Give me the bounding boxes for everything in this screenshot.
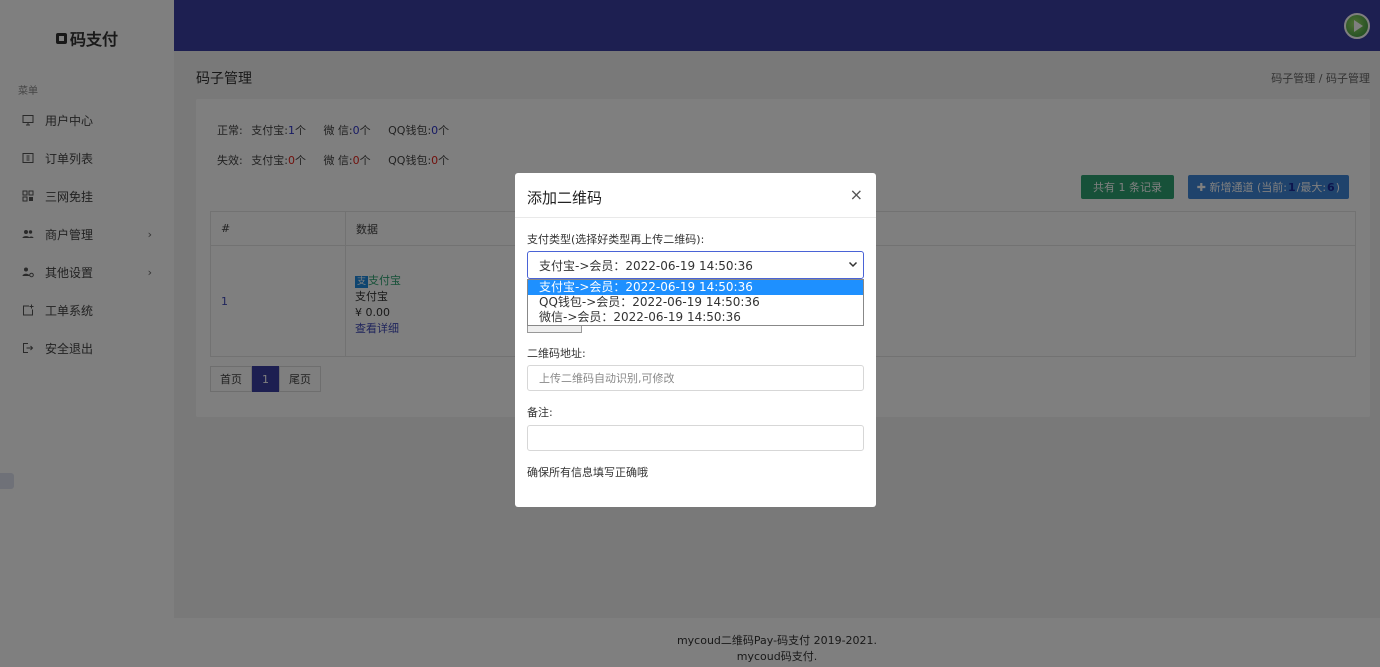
payment-type-option-alipay[interactable]: 支付宝->会员：2022-06-19 14:50:36 <box>528 280 863 295</box>
payment-type-label: 支付类型(选择好类型再上传二维码): <box>527 233 705 246</box>
payment-type-select[interactable]: 支付宝->会员：2022-06-19 14:50:36 <box>527 251 864 279</box>
payment-type-option-wechat[interactable]: 微信->会员：2022-06-19 14:50:36 <box>528 310 863 325</box>
qr-address-input[interactable]: 上传二维码自动识别,可修改 <box>527 365 864 391</box>
qr-address-placeholder: 上传二维码自动识别,可修改 <box>539 372 675 385</box>
note-label: 备注: <box>527 406 553 419</box>
modal-header: 添加二维码 × <box>515 173 876 218</box>
add-qr-modal: 添加二维码 × 支付类型(选择好类型再上传二维码): 支付宝->会员：2022-… <box>515 173 876 507</box>
modal-title: 添加二维码 <box>527 189 603 207</box>
payment-type-option-qq[interactable]: QQ钱包->会员：2022-06-19 14:50:36 <box>528 295 863 310</box>
payment-type-selected: 支付宝->会员：2022-06-19 14:50:36 <box>539 258 753 273</box>
qr-address-label: 二维码地址: <box>527 347 586 360</box>
note-input[interactable] <box>527 425 864 451</box>
chevron-down-icon <box>848 259 858 272</box>
payment-type-dropdown: 支付宝->会员：2022-06-19 14:50:36 QQ钱包->会员：202… <box>527 279 864 326</box>
close-icon[interactable]: × <box>850 185 863 204</box>
form-hint: 确保所有信息填写正确哦 <box>527 466 648 479</box>
